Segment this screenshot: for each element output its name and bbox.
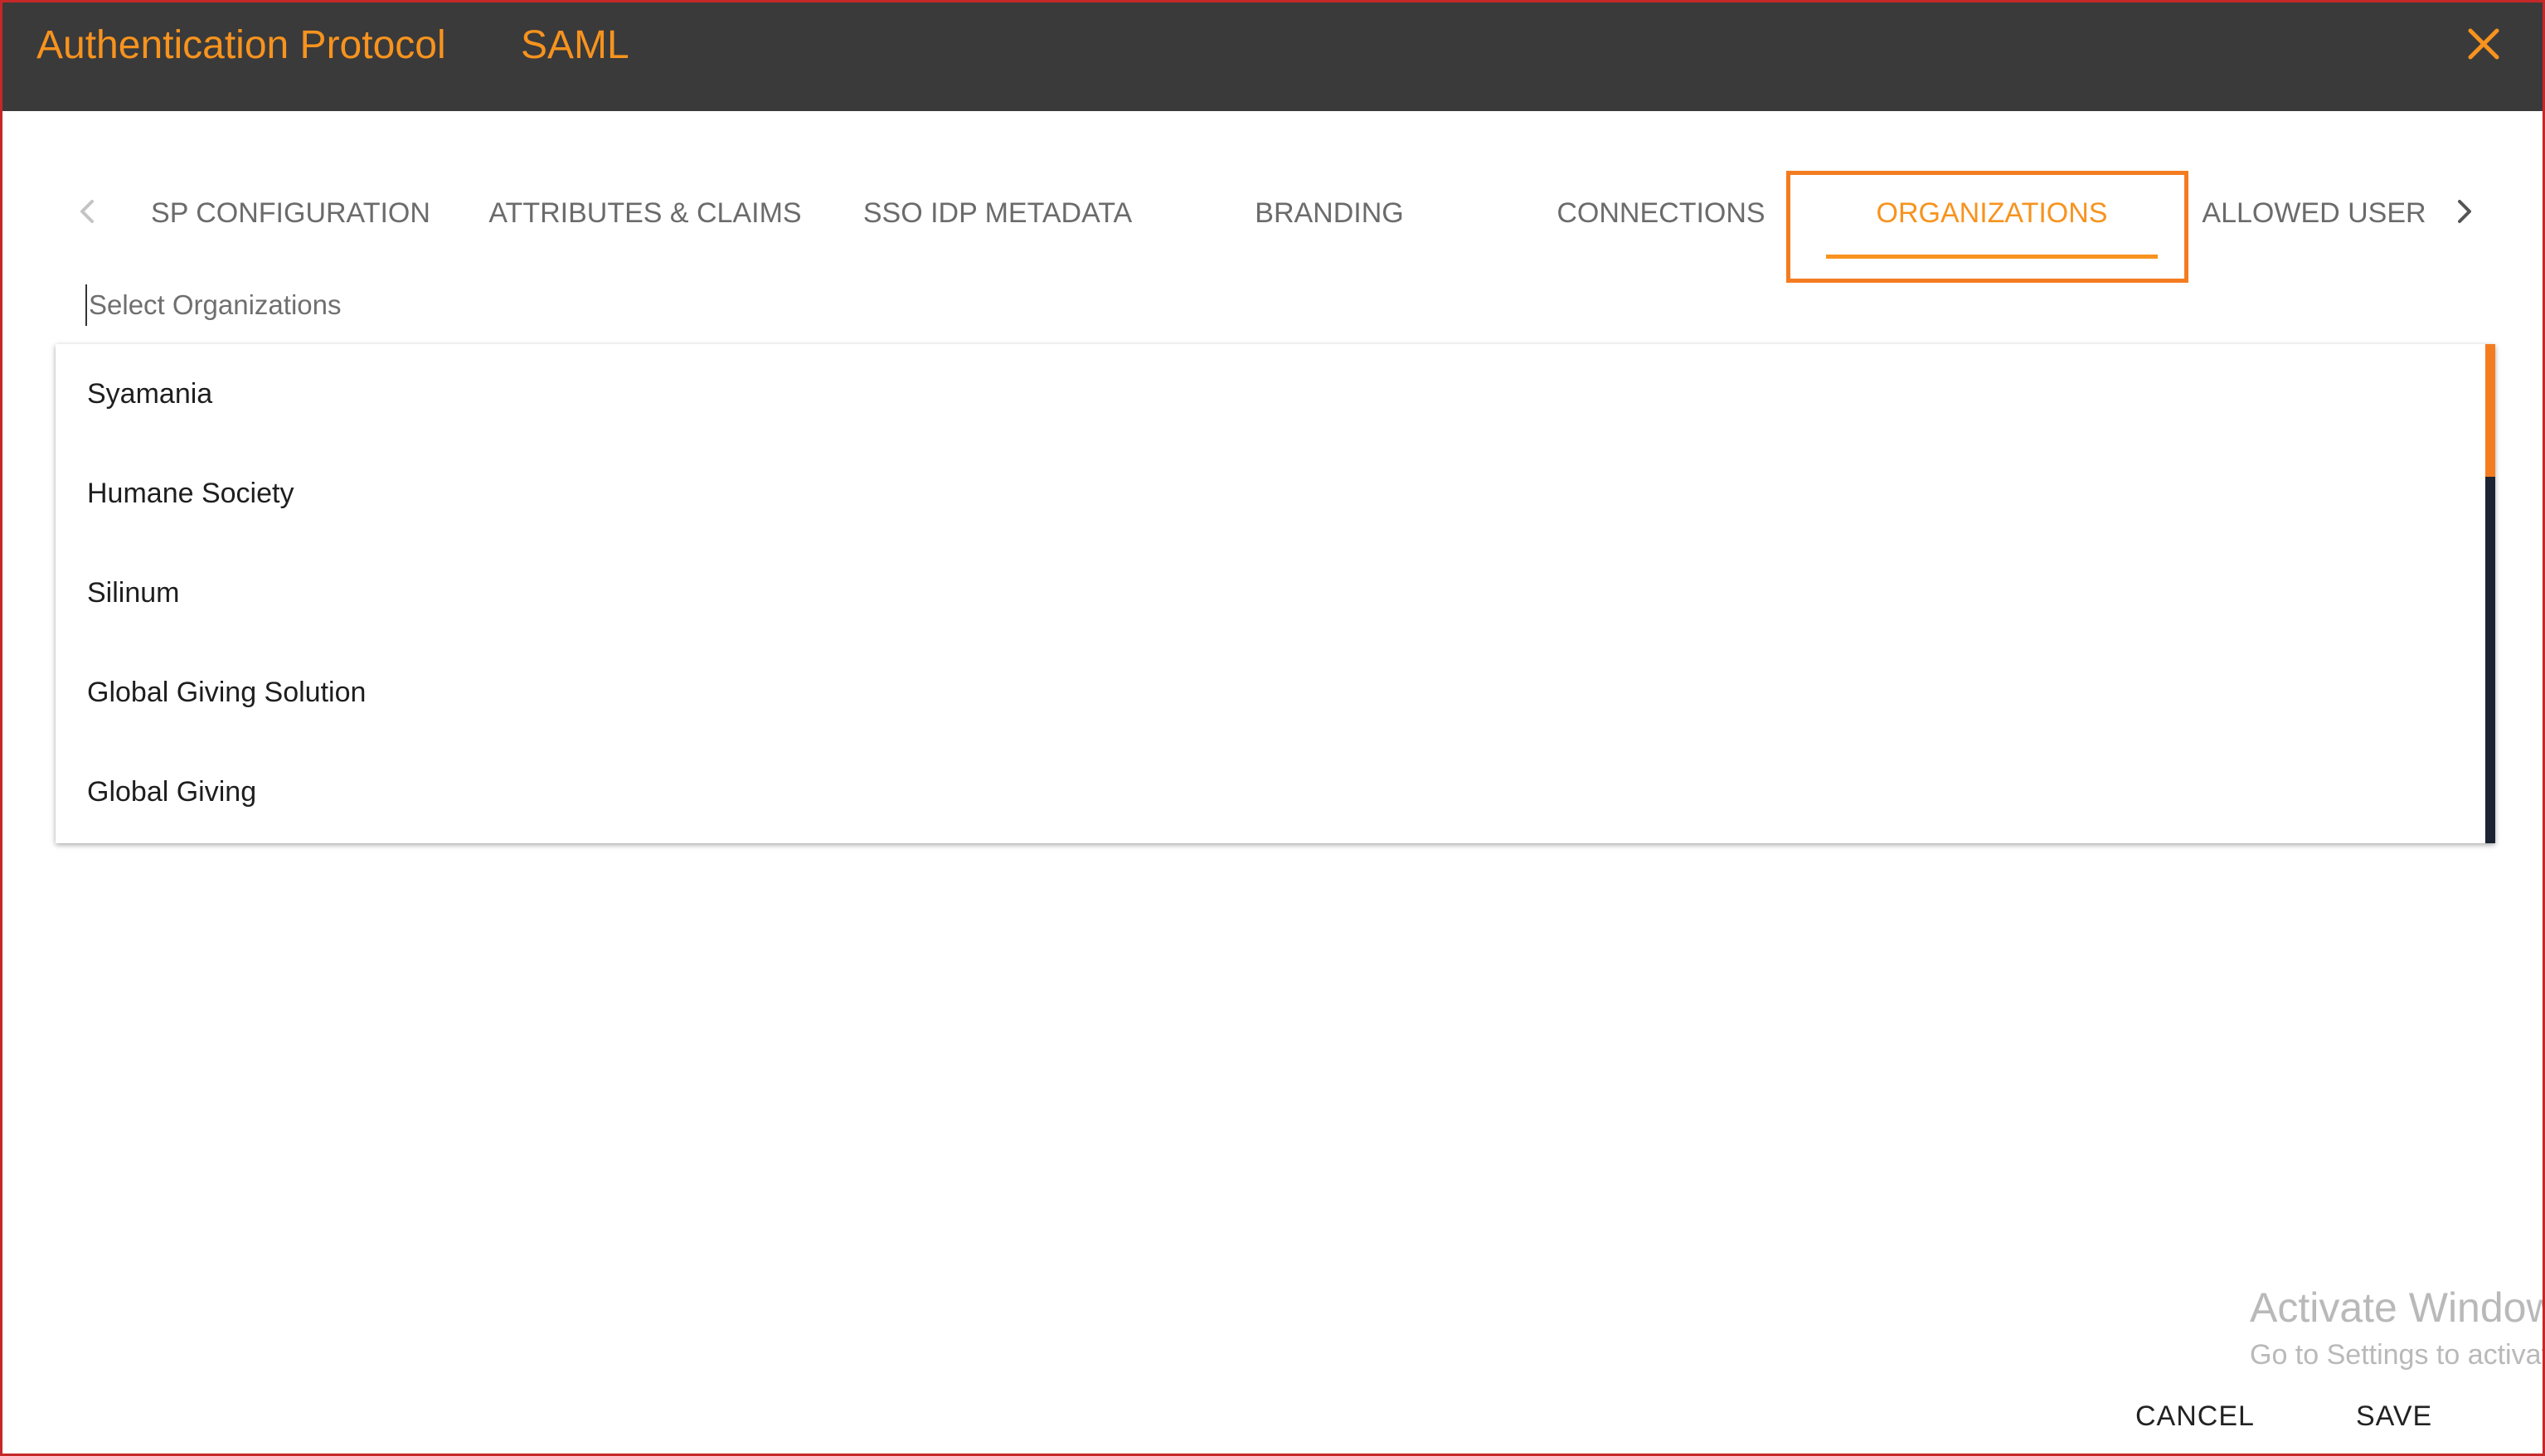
tab-highlight-box [1786,171,2188,283]
activation-watermark-subtitle: Go to Settings to activate Windows. [2250,1339,2543,1371]
protocol-name: SAML [521,23,629,67]
auth-protocol-dialog: Authentication Protocol SAML SP CONFIGUR… [0,0,2545,1456]
list-item[interactable]: Global Giving Solution [87,667,2450,717]
save-button[interactable]: SAVE [2356,1400,2432,1433]
organizations-select-input[interactable] [85,284,835,326]
list-item[interactable]: Global Giving [87,767,2450,817]
list-item[interactable]: Humane Society [87,468,2450,518]
organizations-dropdown: Syamania Humane Society Silinum Global G… [56,344,2495,843]
cancel-button[interactable]: CANCEL [2135,1400,2255,1433]
tab-allowed-user[interactable]: ALLOWED USER [2192,193,2436,233]
tab-sso-idp-metadata[interactable]: SSO IDP METADATA [848,193,1147,233]
dropdown-scrollbar[interactable] [2485,344,2495,843]
tab-branding[interactable]: BRANDING [1205,193,1454,233]
activation-watermark-title: Activate Windows [2250,1284,2545,1331]
tab-sp-configuration[interactable]: SP CONFIGURATION [135,193,446,233]
chevron-left-icon[interactable] [72,195,105,228]
scrollbar-thumb[interactable] [2485,344,2495,477]
list-item[interactable]: Silinum [87,568,2450,618]
close-icon[interactable] [2462,22,2505,66]
chevron-right-icon[interactable] [2447,195,2480,228]
list-item[interactable]: Syamania [87,369,2450,419]
tab-attributes-claims[interactable]: ATTRIBUTES & CLAIMS [475,193,815,233]
dialog-title: Authentication Protocol [36,23,446,67]
tab-connections[interactable]: CONNECTIONS [1537,193,1785,233]
dialog-header: Authentication Protocol SAML [2,2,2543,111]
